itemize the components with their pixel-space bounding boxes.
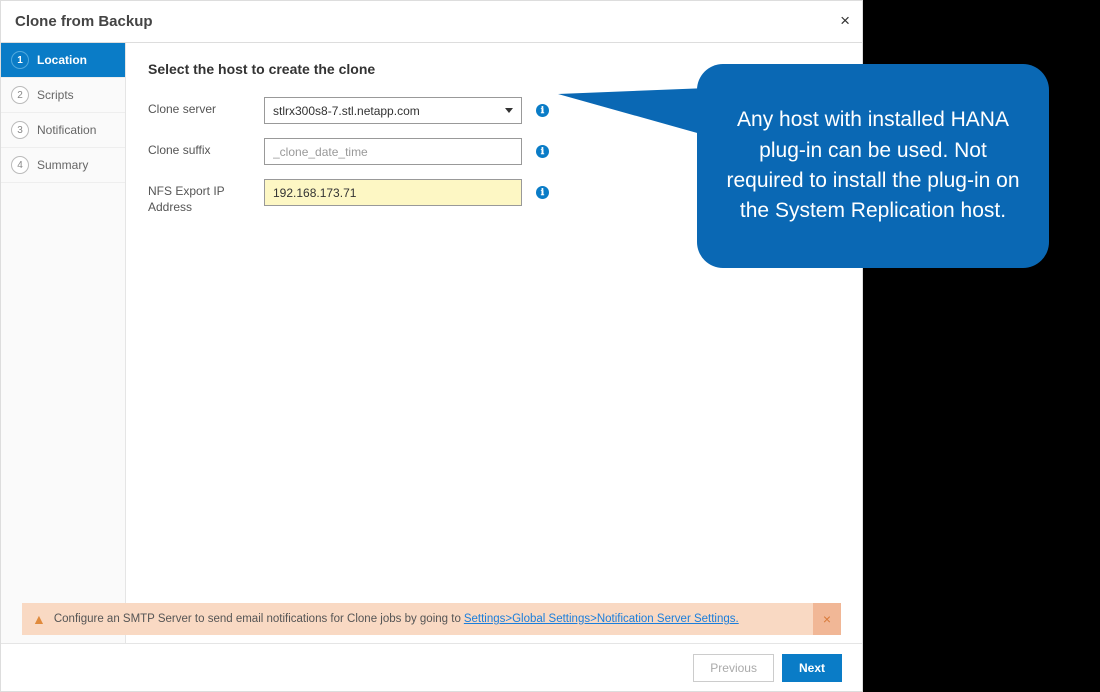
wizard-sidebar: 1 Location 2 Scripts 3 Notification 4 Su… (1, 43, 126, 691)
callout-text: Any host with installed HANA plug-in can… (723, 105, 1023, 227)
clone-server-value: stlrx300s8-7.stl.netapp.com (273, 104, 420, 118)
step-scripts[interactable]: 2 Scripts (1, 78, 125, 113)
wizard-footer: Previous Next (1, 643, 862, 691)
clone-server-select[interactable]: stlrx300s8-7.stl.netapp.com (264, 97, 522, 124)
step-number: 3 (11, 121, 29, 139)
nfs-ip-label: NFS Export IP Address (148, 179, 264, 215)
smtp-settings-link[interactable]: Settings>Global Settings>Notification Se… (464, 613, 739, 625)
step-number: 1 (11, 51, 29, 69)
clone-suffix-input[interactable] (264, 138, 522, 165)
close-icon[interactable]: × (840, 11, 850, 31)
chevron-down-icon (505, 108, 513, 113)
nfs-ip-control (264, 179, 522, 206)
previous-button: Previous (693, 654, 774, 682)
clone-suffix-control (264, 138, 522, 165)
step-label: Location (37, 53, 87, 67)
step-label: Summary (37, 158, 88, 172)
step-label: Scripts (37, 88, 74, 102)
smtp-warning-text: Configure an SMTP Server to send email n… (54, 613, 461, 625)
clone-suffix-label: Clone suffix (148, 138, 264, 159)
dismiss-warning-icon[interactable]: × (813, 603, 841, 635)
step-number: 4 (11, 156, 29, 174)
smtp-warning-bar: ▲ Configure an SMTP Server to send email… (22, 603, 841, 635)
dialog-title: Clone from Backup (15, 13, 153, 30)
warning-icon: ▲ (32, 611, 46, 627)
info-icon[interactable] (536, 102, 549, 117)
next-button[interactable]: Next (782, 654, 842, 682)
step-label: Notification (37, 123, 96, 137)
info-icon[interactable] (536, 184, 549, 199)
clone-server-label: Clone server (148, 97, 264, 118)
annotation-callout: Any host with installed HANA plug-in can… (697, 64, 1049, 268)
step-location[interactable]: 1 Location (1, 43, 125, 78)
nfs-ip-input[interactable] (264, 179, 522, 206)
clone-server-control: stlrx300s8-7.stl.netapp.com (264, 97, 522, 124)
dialog-titlebar: Clone from Backup × (1, 1, 862, 43)
step-number: 2 (11, 86, 29, 104)
step-notification[interactable]: 3 Notification (1, 113, 125, 148)
step-summary[interactable]: 4 Summary (1, 148, 125, 183)
info-icon[interactable] (536, 143, 549, 158)
